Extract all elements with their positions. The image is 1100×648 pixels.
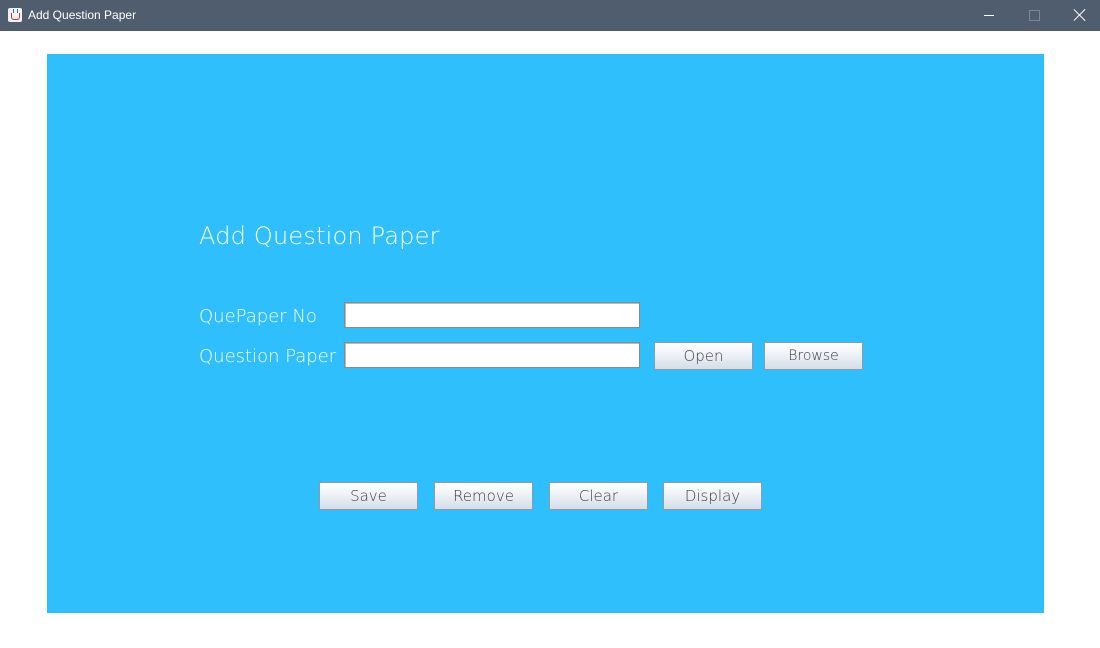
window-title: Add Question Paper <box>28 8 137 22</box>
question-paper-input[interactable] <box>344 342 640 368</box>
open-button[interactable]: Open <box>654 342 753 370</box>
quepaper-no-input[interactable] <box>344 302 640 328</box>
clear-button[interactable]: Clear <box>549 482 648 510</box>
minimize-button[interactable] <box>966 0 1012 31</box>
close-icon <box>1073 8 1087 22</box>
quepaper-no-label: QuePaper No <box>199 306 317 327</box>
form-panel: Add Question Paper QuePaper No Question … <box>47 54 1044 613</box>
close-button[interactable] <box>1056 0 1100 31</box>
question-paper-label: Question Paper <box>199 346 337 367</box>
remove-button[interactable]: Remove <box>434 482 533 510</box>
browse-button[interactable]: Browse <box>764 342 863 370</box>
form-heading: Add Question Paper <box>199 222 440 250</box>
java-cup-icon <box>8 8 22 22</box>
window-titlebar[interactable]: Add Question Paper <box>0 0 1100 31</box>
maximize-button[interactable] <box>1011 0 1057 31</box>
save-button[interactable]: Save <box>319 482 418 510</box>
minimize-icon <box>984 15 994 16</box>
display-button[interactable]: Display <box>663 482 762 510</box>
maximize-icon <box>1029 10 1040 21</box>
